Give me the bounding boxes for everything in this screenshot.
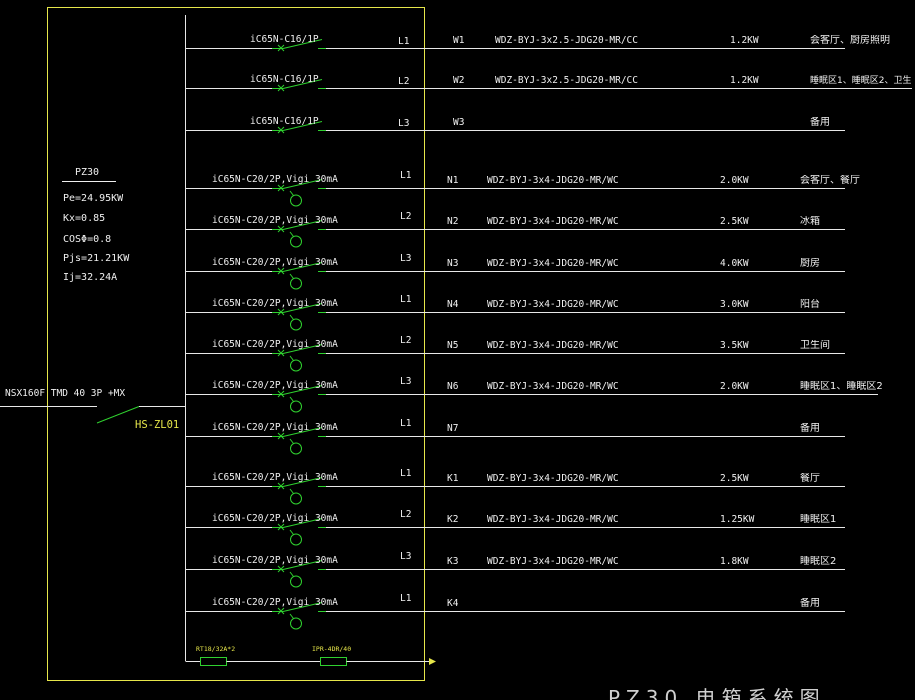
cable-spec: WDZ-BYJ-3x4-JDG20-MR/WC [487, 556, 619, 567]
load-power: 3.5KW [720, 340, 749, 351]
breaker-model: iC65N-C20/2P,Vigi 30mA [212, 472, 338, 483]
cable-spec: WDZ-BYJ-3x4-JDG20-MR/WC [487, 216, 619, 227]
surge-protector-label: IPR-4DR/40 [312, 645, 352, 653]
breaker-model: iC65N-C20/2P,Vigi 30mA [212, 298, 338, 309]
circuit-id: N3 [447, 258, 459, 269]
load-name: 会客厅、餐厅 [800, 175, 860, 186]
fuse-label: RT18/32A*2 [196, 645, 236, 653]
load-name: 阳台 [800, 299, 820, 310]
phase-label: L1 [400, 294, 412, 305]
breaker-model: iC65N-C16/1P [250, 74, 319, 85]
main-breaker-model: NSX160F TMD 40 3P +MX [5, 388, 126, 399]
load-name: 睡眠区2 [800, 556, 837, 567]
breaker-model: iC65N-C20/2P,Vigi 30mA [212, 215, 338, 226]
panel-installed-power: Pe=24.95KW [63, 193, 124, 204]
cable-spec: WDZ-BYJ-3x4-JDG20-MR/WC [487, 473, 619, 484]
circuit-id: N1 [447, 175, 459, 186]
phase-label: L1 [400, 593, 412, 604]
panel-calculated-current: Ij=32.24A [63, 272, 118, 283]
cable-spec: WDZ-BYJ-3x4-JDG20-MR/WC [487, 514, 619, 525]
panel-name: PZ30 [75, 167, 100, 178]
cable-spec: WDZ-BYJ-3x2.5-JDG20-MR/CC [495, 75, 638, 86]
phase-label: L3 [400, 376, 412, 387]
breaker-model: iC65N-C20/2P,Vigi 30mA [212, 555, 338, 566]
load-power: 1.8KW [720, 556, 749, 567]
breaker-model: iC65N-C20/2P,Vigi 30mA [212, 597, 338, 608]
load-name: 备用 [810, 117, 830, 128]
panel-demand-factor: Kx=0.85 [63, 213, 106, 224]
cable-spec: WDZ-BYJ-3x4-JDG20-MR/WC [487, 258, 619, 269]
cable-spec: WDZ-BYJ-3x4-JDG20-MR/WC [487, 340, 619, 351]
phase-label: L3 [400, 551, 412, 562]
circuit-id: K1 [447, 473, 459, 484]
cable-spec: WDZ-BYJ-3x4-JDG20-MR/WC [487, 381, 619, 392]
load-name: 卫生间 [800, 340, 830, 351]
circuit-id: W2 [453, 75, 465, 86]
circuit-id: W1 [453, 35, 465, 46]
phase-label: L3 [398, 118, 410, 129]
load-name: 睡眠区1 [800, 514, 837, 525]
circuit-id: N2 [447, 216, 459, 227]
load-name: 备用 [800, 423, 820, 434]
breaker-model: iC65N-C20/2P,Vigi 30mA [212, 174, 338, 185]
load-name: 睡眠区1、睡眠区2 [800, 381, 883, 392]
load-name: 冰箱 [800, 216, 820, 227]
circuit-id: K3 [447, 556, 459, 567]
phase-label: L3 [400, 253, 412, 264]
cable-spec: WDZ-BYJ-3x2.5-JDG20-MR/CC [495, 35, 638, 46]
load-power: 2.0KW [720, 381, 749, 392]
drawing-title: PZ30 电箱系统图 [608, 688, 826, 700]
circuit-id: N7 [447, 423, 459, 434]
breaker-model: iC65N-C16/1P [250, 116, 319, 127]
breaker-model: iC65N-C20/2P,Vigi 30mA [212, 339, 338, 350]
panel-calculated-power: Pjs=21.21KW [63, 253, 130, 264]
phase-label: L1 [400, 468, 412, 479]
circuit-id: K4 [447, 598, 459, 609]
breaker-model: iC65N-C20/2P,Vigi 30mA [212, 513, 338, 524]
load-power: 4.0KW [720, 258, 749, 269]
phase-label: L1 [398, 36, 410, 47]
load-name: 餐厅 [800, 473, 820, 484]
phase-label: L2 [400, 335, 412, 346]
phase-label: L2 [398, 76, 410, 87]
load-power: 3.0KW [720, 299, 749, 310]
load-name: 备用 [800, 598, 820, 609]
load-power: 1.2KW [730, 75, 759, 86]
cad-drawing-canvas[interactable]: PZ30 Pe=24.95KW Kx=0.85 COSΦ=0.8 Pjs=21.… [0, 0, 915, 700]
load-name: 睡眠区1、睡眠区2、卫生 [810, 76, 912, 86]
breaker-model: iC65N-C20/2P,Vigi 30mA [212, 422, 338, 433]
phase-label: L2 [400, 509, 412, 520]
cable-spec: WDZ-BYJ-3x4-JDG20-MR/WC [487, 299, 619, 310]
circuit-id: K2 [447, 514, 459, 525]
load-power: 1.25KW [720, 514, 755, 525]
load-power: 2.5KW [720, 216, 749, 227]
panel-power-factor: COSΦ=0.8 [63, 234, 112, 245]
breaker-model: iC65N-C20/2P,Vigi 30mA [212, 380, 338, 391]
cabinet-id: HS-ZL01 [135, 419, 180, 431]
phase-label: L1 [400, 418, 412, 429]
panel-name-underline [62, 181, 116, 182]
breaker-model: iC65N-C20/2P,Vigi 30mA [212, 257, 338, 268]
circuit-id: N5 [447, 340, 459, 351]
phase-label: L1 [400, 170, 412, 181]
load-power: 2.5KW [720, 473, 749, 484]
circuit-id: W3 [453, 117, 465, 128]
load-power: 1.2KW [730, 35, 759, 46]
phase-label: L2 [400, 211, 412, 222]
circuit-id: N4 [447, 299, 459, 310]
load-power: 2.0KW [720, 175, 749, 186]
load-name: 会客厅、厨房照明 [810, 35, 890, 46]
circuit-id: N6 [447, 381, 459, 392]
load-name: 厨房 [800, 258, 820, 269]
breaker-model: iC65N-C16/1P [250, 34, 319, 45]
cable-spec: WDZ-BYJ-3x4-JDG20-MR/WC [487, 175, 619, 186]
annotation-layer: PZ30 Pe=24.95KW Kx=0.85 COSΦ=0.8 Pjs=21.… [0, 0, 915, 700]
